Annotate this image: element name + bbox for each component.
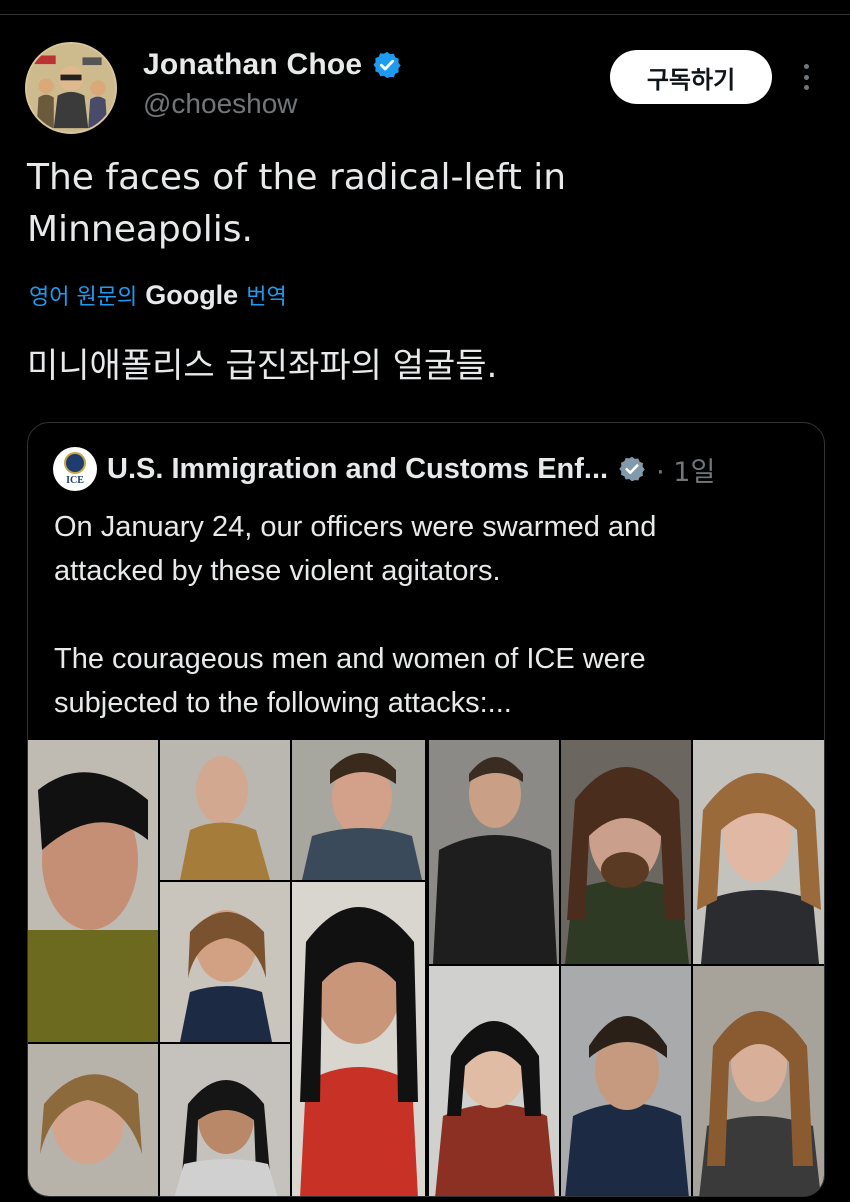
photo-portrait — [160, 1044, 290, 1196]
author-name-row: Jonathan Choe — [143, 48, 402, 82]
dhs-seal-icon — [64, 452, 86, 474]
gallery-image-right[interactable] — [429, 740, 824, 1196]
gallery-image-left[interactable] — [28, 740, 425, 1196]
photo-portrait — [561, 966, 691, 1196]
translate-attribution[interactable]: 영어 원문의 Google 번역 — [29, 279, 287, 311]
more-vertical-icon[interactable] — [796, 60, 816, 94]
quote-avatar[interactable]: ICE — [53, 447, 97, 491]
translate-prefix[interactable]: 영어 원문의 — [29, 279, 137, 311]
tweet-header: Jonathan Choe @choeshow 구독하기 — [0, 30, 850, 140]
subscribe-button[interactable]: 구독하기 — [610, 50, 772, 104]
quote-header: ICE U.S. Immigration and Customs Enf... … — [53, 447, 813, 491]
photo-portrait — [292, 882, 425, 1196]
translate-suffix[interactable]: 번역 — [246, 279, 286, 311]
gray-verified-badge-icon — [619, 456, 645, 482]
avatar-illustration — [27, 44, 115, 132]
photo-portrait — [429, 966, 559, 1196]
photo-portrait — [28, 1044, 158, 1196]
quote-avatar-label: ICE — [66, 475, 84, 486]
more-dot — [803, 74, 809, 80]
photo-portrait — [28, 740, 158, 1042]
author-avatar[interactable] — [25, 42, 117, 134]
photo-portrait — [160, 740, 290, 880]
google-logo-text: Google — [145, 279, 239, 310]
photo-portrait — [561, 740, 691, 964]
author-handle[interactable]: @choeshow — [143, 88, 298, 120]
quoted-tweet-card[interactable]: ICE U.S. Immigration and Customs Enf... … — [27, 422, 825, 1197]
tweet-text-line: Minneapolis. — [27, 209, 253, 250]
photo-portrait — [160, 882, 290, 1042]
translated-text: 미니애폴리스 급진좌파의 얼굴들. — [27, 346, 498, 386]
photo-portrait — [429, 740, 559, 964]
tweet-text: The faces of the radical-left in Minneap… — [27, 152, 807, 256]
photo-portrait — [693, 966, 824, 1196]
photo-gallery[interactable] — [28, 740, 824, 1196]
more-dot — [803, 64, 809, 69]
verified-badge-icon — [373, 51, 401, 79]
quote-timestamp[interactable]: · 1일 — [656, 450, 715, 489]
quote-body-text: On January 24, our officers were swarmed… — [54, 511, 657, 719]
photo-portrait — [693, 740, 824, 964]
author-display-name[interactable]: Jonathan Choe — [143, 48, 362, 82]
photo-portrait — [292, 740, 425, 880]
quote-author-name[interactable]: U.S. Immigration and Customs Enf... — [107, 453, 608, 486]
tweet-text-line: The faces of the radical-left in — [27, 157, 567, 198]
more-dot — [803, 85, 809, 90]
top-divider — [0, 14, 850, 15]
